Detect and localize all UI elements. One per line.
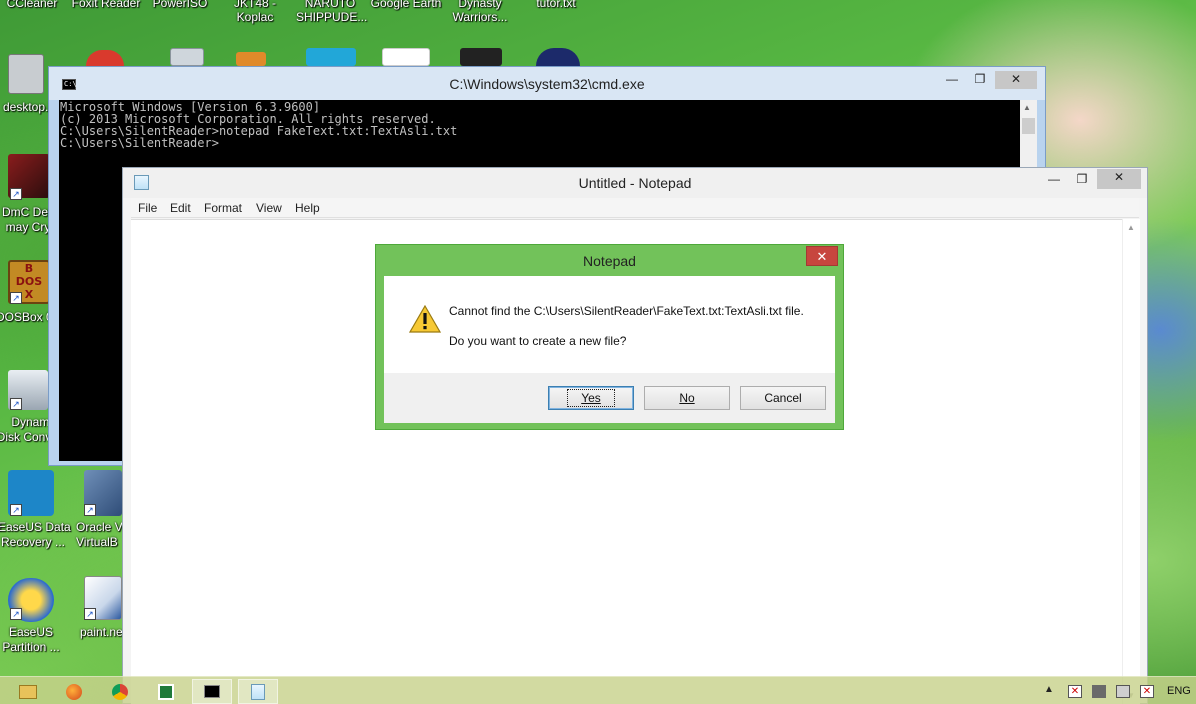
taskbar-chrome[interactable] [100,679,140,704]
desktop-icon-virtualbox-label[interactable]: Oracle V [76,520,126,535]
no-button[interactable]: No [644,386,730,410]
desktop-icon-easeus-partition-label-2[interactable]: Partition ... [0,640,62,655]
menu-file[interactable]: File [138,201,157,215]
notepad-maximize-button[interactable]: ❐ [1069,171,1095,189]
yes-button-label: Yes [567,389,615,407]
taskbar-excel[interactable] [146,679,186,704]
folder-icon [19,684,37,699]
device-icon[interactable] [1116,685,1130,698]
desktop-icon-easeus-recovery-label-2[interactable]: Recovery ... [0,535,68,550]
desktop-icon-dosbox-label[interactable]: DOSBox 0 [0,310,53,325]
desktop-icon-dynamic-disk-label-2[interactable]: Disk Conv [0,430,52,445]
no-button-label: No [679,391,695,405]
notepad-minimize-button[interactable]: — [1041,171,1067,189]
dialog-message: Cannot find the C:\Users\SilentReader\Fa… [449,304,804,318]
dialog-body: Cannot find the C:\Users\SilentReader\Fa… [384,276,835,373]
cancel-button[interactable]: Cancel [740,386,826,410]
input-language-indicator[interactable]: ENG [1167,685,1191,697]
desktop-icon-dynasty-label-2[interactable]: Warriors... [448,10,512,25]
desktop-icon-paint-net-label[interactable]: paint.ne [80,625,126,640]
app-icon[interactable] [306,48,356,66]
notepad-scrollbar[interactable]: ▲ ▼ [1122,219,1140,704]
desktop-icon-ccleaner-label[interactable]: CCleaner [2,0,62,11]
desktop-icon-jkt48-label-2[interactable]: Koplac [228,10,282,25]
console-line: C:\Users\SilentReader> [60,136,219,150]
dialog-question: Do you want to create a new file? [449,334,627,348]
menu-view[interactable]: View [256,201,282,215]
menu-help[interactable]: Help [295,201,320,215]
desktop-icon-easeus-recovery-label[interactable]: EaseUS Data [0,520,71,535]
yes-button[interactable]: Yes [548,386,634,410]
cmd-close-button[interactable]: ✕ [995,71,1037,89]
shortcut-arrow-icon: ↗ [84,504,96,516]
taskbar-firefox[interactable] [54,679,94,704]
drive-icon[interactable] [170,48,204,66]
action-center-flag-icon[interactable]: ✕ [1068,685,1082,698]
cmd-title: C:\Windows\system32\cmd.exe [449,76,645,92]
desktop-icon-tutor-label[interactable]: tutor.txt [524,0,588,11]
taskbar-file-explorer[interactable] [8,679,48,704]
volume-icon[interactable]: ✕ [1140,685,1154,698]
cmd-scrollbar-thumb[interactable] [1022,118,1035,134]
taskbar: ▲ ✕ ✕ ENG [0,676,1196,704]
cmd-minimize-button[interactable]: — [939,71,965,89]
dialog-title: Notepad [583,253,636,269]
shortcut-arrow-icon: ↗ [10,398,22,410]
app-icon[interactable] [382,48,430,66]
dialog-close-button[interactable]: ✕ [806,246,838,266]
taskbar-notepad[interactable] [238,679,278,704]
desktop-icon-virtualbox-label-2[interactable]: VirtualB [76,535,126,550]
notepad-titlebar[interactable]: Untitled - Notepad — ❐ ✕ [123,168,1147,198]
cmd-titlebar[interactable]: C:\ C:\Windows\system32\cmd.exe — ❐ ✕ [49,67,1045,100]
notepad-close-button[interactable]: ✕ [1097,169,1141,189]
desktop-icon-naruto-label-2[interactable]: SHIPPUDE... [296,10,367,25]
shortcut-arrow-icon: ↗ [84,608,96,620]
shortcut-arrow-icon: ↗ [10,188,22,200]
desktop-icon-foxit-label[interactable]: Foxit Reader [70,0,142,11]
desktop-icon-dynamic-disk-label[interactable]: Dynami [0,415,52,430]
scroll-up-arrow-icon[interactable]: ▲ [1127,223,1135,232]
network-icon[interactable] [1092,685,1106,698]
dialog-button-bar: Yes No Cancel [384,373,835,423]
desktop-icon-poweriso-label[interactable]: PowerISO [150,0,210,11]
cmd-icon [204,685,220,698]
shortcut-arrow-icon: ↗ [10,292,22,304]
shortcut-arrow-icon: ↗ [10,608,22,620]
shortcut-arrow-icon: ↗ [10,504,22,516]
menu-edit[interactable]: Edit [170,201,191,215]
scroll-up-arrow-icon[interactable]: ▲ [1023,103,1031,112]
notepad-menubar: File Edit Format View Help [131,198,1139,218]
warning-icon [409,305,441,333]
epic-games-icon[interactable] [460,48,502,66]
panda-icon[interactable] [536,48,580,66]
notepad-title: Untitled - Notepad [578,175,692,191]
menu-format[interactable]: Format [204,201,242,215]
firefox-icon [66,683,82,700]
show-hidden-icons-chevron-icon[interactable]: ▲ [1044,684,1054,695]
cmd-maximize-button[interactable]: ❐ [967,71,993,89]
desktop-icon-easeus-partition-label[interactable]: EaseUS [0,625,62,640]
excel-icon [158,683,174,700]
app-icon[interactable] [236,52,266,66]
desktop-icon-google-earth-label[interactable]: Google Earth [370,0,442,11]
notepad-dialog[interactable]: Notepad ✕ Cannot find the C:\Users\Silen… [375,244,844,430]
chrome-icon[interactable] [86,50,124,66]
notepad-icon [251,683,265,700]
chrome-icon [112,683,128,700]
file-icon[interactable] [8,54,44,94]
taskbar-cmd[interactable] [192,679,232,704]
